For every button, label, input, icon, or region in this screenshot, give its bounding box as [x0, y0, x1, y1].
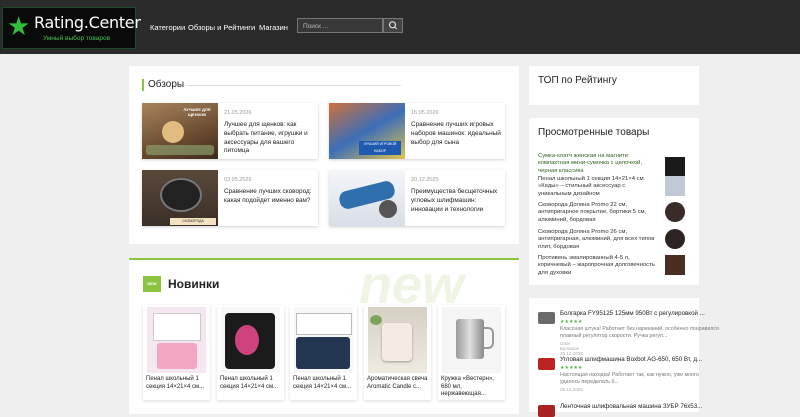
pan-image	[160, 178, 202, 212]
product-title[interactable]: Пенал школьный 1 секция 14×21×4 см...	[220, 376, 284, 391]
site-logo[interactable]: ★ Rating.Center Умный выбор товаров	[2, 7, 141, 49]
review-excerpt: Классная штука! Работает без нареканий, …	[560, 326, 719, 339]
product-image[interactable]	[221, 307, 280, 373]
review-product-title[interactable]: Ленточная шлифовальная машина ЗУБР 76х53…	[560, 403, 702, 410]
review-title[interactable]: Сравнение лучших сковород: какая подойде…	[224, 188, 314, 206]
review-thumbnail[interactable]	[329, 170, 405, 226]
mug-image	[456, 319, 484, 359]
product-card[interactable]: Кружка «Вестерн», 680 мл, нержавеющая...	[438, 305, 505, 400]
review-thumbnail[interactable]: ЛУЧШИЙ ИГРОВОЙ НАБОР	[329, 103, 405, 159]
pencil-case-open-image	[296, 313, 352, 335]
product-title[interactable]: Пенал школьный 1 секция 14×21×4 см...	[146, 376, 210, 391]
bowls-image	[146, 145, 214, 155]
mug-handle-image	[484, 327, 494, 349]
product-card[interactable]: Ароматическая свеча Aromatic Candle с...	[364, 305, 431, 400]
review-product-title[interactable]: Угловая шлифмашина Boxbot AG-650, 650 Вт…	[560, 356, 702, 363]
viewed-item-image[interactable]	[665, 202, 685, 222]
review-thumbnail[interactable]: СКОВОРОДА	[142, 170, 218, 226]
product-title[interactable]: Пенал школьный 1 секция 14×21×4 см...	[293, 376, 357, 391]
nav-shop[interactable]: Магазин	[259, 23, 288, 32]
site-header: ★ Rating.Center Умный выбор товаров Кате…	[0, 0, 800, 54]
review-product-image[interactable]	[538, 358, 555, 370]
review-date: 21.05.2026	[224, 110, 252, 116]
viewed-item-image[interactable]	[665, 176, 685, 196]
section-marker	[142, 79, 144, 91]
review-title[interactable]: Лучшее для щенков: как выбрать питание, …	[224, 121, 314, 156]
search-button[interactable]	[383, 18, 403, 33]
product-image[interactable]	[294, 307, 353, 373]
thumb-caption: ЛУЧШЕЕ ДЛЯ ЩЕНКОВ	[183, 107, 211, 117]
reviews-title: Обзоры	[148, 79, 185, 90]
review-card[interactable]: ЛУЧШЕЕ ДЛЯ ЩЕНКОВ 21.05.2026 Лучшее для …	[142, 103, 318, 159]
review-title[interactable]: Сравнение лучших игровых наборов машинок…	[411, 121, 501, 147]
search-icon	[388, 21, 398, 30]
review-meta: 25.12.2025	[560, 387, 583, 392]
pencil-case-open-image	[153, 313, 201, 341]
viewed-item-image[interactable]	[665, 255, 685, 275]
review-card[interactable]: СКОВОРОДА 03.05.2026 Сравнение лучших ск…	[142, 170, 318, 226]
rating-stars: ★★★★★	[560, 365, 583, 371]
viewed-item-image[interactable]	[665, 157, 685, 177]
product-card[interactable]: Пенал школьный 1 секция 14×21×4 см...	[290, 305, 357, 400]
pencil-case-image	[157, 343, 197, 369]
nav-categories[interactable]: Категории	[150, 23, 185, 32]
logo-name: Rating.Center	[34, 13, 141, 32]
review-product-image[interactable]	[538, 312, 555, 324]
new-badge-icon: NEW	[143, 276, 161, 292]
viewed-item[interactable]: Сковорода Доляна Promo 22 см, антипригар…	[538, 202, 660, 224]
product-card[interactable]: Пенал школьный 1 секция 14×21×4 см...	[143, 305, 210, 400]
review-product-image[interactable]	[538, 405, 555, 417]
viewed-item[interactable]: Противень эмалированный 4-5 л, коричневы…	[538, 255, 660, 277]
review-card[interactable]: 20.12.2025 Преимущества бесщеточных угло…	[329, 170, 505, 226]
puppy-image	[162, 121, 184, 143]
new-items-title: Новинки	[168, 277, 220, 291]
star-logo-icon: ★	[7, 11, 31, 41]
product-image[interactable]	[147, 307, 206, 373]
print-image	[235, 325, 259, 355]
product-image[interactable]	[442, 307, 501, 373]
review-date: 16.05.2026	[411, 110, 439, 116]
search-form: Поиск ...	[297, 18, 405, 35]
thumb-caption: СКОВОРОДА	[170, 218, 216, 225]
review-thumbnail[interactable]: ЛУЧШЕЕ ДЛЯ ЩЕНКОВ	[142, 103, 218, 159]
review-meta: Олег Булгаков · 25.12.2025	[560, 341, 583, 356]
disc-image	[379, 200, 397, 218]
logo-tagline: Умный выбор товаров	[43, 35, 111, 42]
reviews-panel: Обзоры ЛУЧШЕЕ ДЛЯ ЩЕНКОВ 21.05.2026 Лучш…	[129, 66, 519, 244]
review-date: 20.12.2025	[411, 177, 439, 183]
review-date: 03.05.2026	[224, 177, 252, 183]
candle-image	[382, 323, 412, 361]
product-image[interactable]	[368, 307, 427, 373]
product-title[interactable]: Ароматическая свеча Aromatic Candle с...	[367, 376, 431, 391]
rating-stars: ★★★★★	[560, 319, 583, 325]
pencil-case-image	[296, 337, 350, 369]
viewed-item[interactable]: Пенал школьный 1 секция 14×21×4 см «Кеды…	[538, 176, 660, 198]
search-input[interactable]: Поиск ...	[297, 18, 383, 33]
title-divider	[187, 85, 401, 86]
viewed-item-image[interactable]	[665, 229, 685, 249]
viewed-title: Просмотренные товары	[538, 127, 650, 138]
product-card[interactable]: Пенал школьный 1 секция 14×21×4 см...	[217, 305, 284, 400]
viewed-item[interactable]: Сумка-клатч женская на магните: компактн…	[538, 153, 660, 175]
thumb-caption: ЛУЧШИЙ ИГРОВОЙ НАБОР	[359, 141, 401, 155]
review-title[interactable]: Преимущества бесщеточных угловых шлифмаш…	[411, 188, 501, 214]
product-title[interactable]: Кружка «Вестерн», 680 мл, нержавеющая...	[441, 376, 505, 399]
top-rating-title: ТОП по Рейтингу	[538, 75, 617, 86]
nav-reviews-ratings[interactable]: Обзоры и Рейтинги	[188, 23, 255, 32]
review-excerpt: Настоящая находка! Работает так, как нуж…	[560, 372, 699, 385]
viewed-item[interactable]: Сковорода Доляна Promo 26 см, антипригар…	[538, 229, 660, 251]
leaf-image	[370, 315, 382, 325]
top-rating-widget: ТОП по Рейтингу	[529, 66, 699, 105]
review-product-title[interactable]: Болгарка FY95125 125мм 950Вт с регулиров…	[560, 310, 705, 317]
review-card[interactable]: ЛУЧШИЙ ИГРОВОЙ НАБОР 16.05.2026 Сравнени…	[329, 103, 505, 159]
